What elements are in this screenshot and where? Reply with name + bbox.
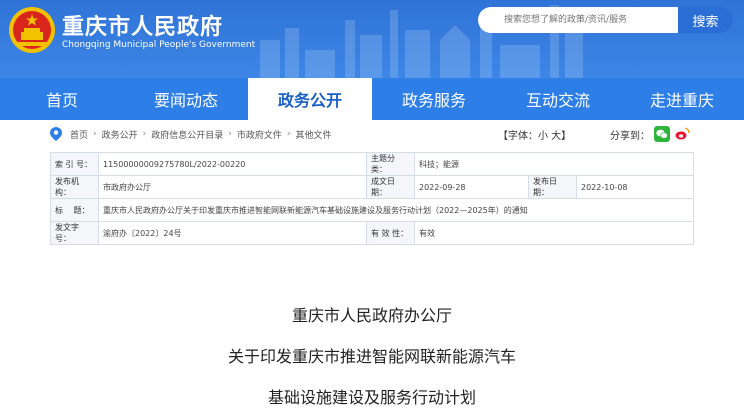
- site-title: 重庆市人民政府: [62, 15, 224, 40]
- document-title-line-1: 重庆市人民政府办公厅: [291, 306, 452, 325]
- nav-item-news[interactable]: 要闻动态: [124, 78, 248, 120]
- breadcrumb: 首页 › 政务公开 › 政府信息公开目录 › 市政府文件 › 其他文件 【字体：…: [50, 124, 694, 144]
- written-date-label: 成文日期：: [366, 175, 415, 199]
- document-title-line-3: 基础设施建设及服务行动计划: [267, 388, 476, 407]
- nav-item-interaction[interactable]: 互动交流: [496, 78, 620, 120]
- table-row: 发布机构： 市政府办公厅 成文日期： 2022-09-28 发布日期： 2022…: [50, 175, 694, 199]
- document-number-value: 渝府办〔2022〕24号: [98, 221, 367, 245]
- written-date-value: 2022-09-28: [414, 175, 529, 199]
- document-title-line-2: 关于印发重庆市推进智能网联新能源汽车: [227, 347, 516, 366]
- search-input[interactable]: [478, 7, 678, 33]
- table-row: 索 引 号： 11500000009275780L/2022-00220 主题分…: [50, 152, 694, 176]
- published-date-value: 2022-10-08: [576, 175, 694, 199]
- nav-item-home[interactable]: 首页: [0, 78, 124, 120]
- chevron-right-icon: ›: [286, 129, 291, 139]
- issuer-label: 发布机构：: [50, 175, 99, 199]
- document-number-label: 发文字号：: [50, 221, 99, 245]
- breadcrumb-municipal-documents[interactable]: 市政府文件: [237, 128, 282, 141]
- published-date-label: 发布日期：: [528, 175, 577, 199]
- nav-item-about-chongqing[interactable]: 走进重庆: [620, 78, 744, 120]
- national-emblem-logo: [9, 7, 55, 53]
- topic-category-label: 主题分类：: [366, 152, 415, 176]
- table-row: 发文字号： 渝府办〔2022〕24号 有 效 性： 有效: [50, 221, 694, 245]
- main-nav: 首页 要闻动态 政务公开 政务服务 互动交流 走进重庆: [0, 78, 744, 120]
- title-value: 重庆市人民政府办公厅关于印发重庆市推进智能网联新能源汽车基础设施建设及服务行动计…: [98, 198, 694, 222]
- search-box: [478, 7, 678, 33]
- validity-label: 有 效 性：: [366, 221, 415, 245]
- breadcrumb-other-documents[interactable]: 其他文件: [296, 128, 332, 141]
- chevron-right-icon: ›: [228, 129, 232, 139]
- weibo-icon[interactable]: [674, 126, 690, 142]
- document-info-table: 索 引 号： 11500000009275780L/2022-00220 主题分…: [50, 152, 694, 245]
- breadcrumb-info-catalog[interactable]: 政府信息公开目录: [151, 128, 223, 141]
- search-button[interactable]: 搜索: [678, 7, 733, 33]
- index-number-label: 索 引 号：: [50, 152, 99, 176]
- title-label: 标 题：: [50, 198, 99, 222]
- site-subtitle: Chongqing Municipal People's Government: [62, 40, 256, 50]
- chevron-right-icon: ›: [142, 129, 147, 139]
- index-number-value: 11500000009275780L/2022-00220: [98, 152, 367, 176]
- font-size-control[interactable]: 【字体：小 大】: [498, 127, 571, 142]
- nav-item-government-affairs[interactable]: 政务公开: [248, 78, 372, 120]
- location-pin-icon: [50, 127, 62, 141]
- share-bar: 分享到：: [610, 126, 690, 142]
- validity-value: 有效: [414, 221, 694, 245]
- issuer-value: 市政府办公厅: [98, 175, 367, 199]
- breadcrumb-government-affairs[interactable]: 政务公开: [102, 128, 138, 141]
- site-header: 重庆市人民政府 Chongqing Municipal People's Gov…: [0, 0, 744, 78]
- wechat-icon[interactable]: [654, 126, 670, 142]
- share-label: 分享到：: [610, 130, 650, 142]
- nav-item-services[interactable]: 政务服务: [372, 78, 496, 120]
- breadcrumb-home[interactable]: 首页: [70, 128, 88, 141]
- table-row: 标 题： 重庆市人民政府办公厅关于印发重庆市推进智能网联新能源汽车基础设施建设及…: [50, 198, 694, 222]
- topic-category-value: 科技；能源: [414, 152, 694, 176]
- chevron-right-icon: ›: [93, 129, 97, 139]
